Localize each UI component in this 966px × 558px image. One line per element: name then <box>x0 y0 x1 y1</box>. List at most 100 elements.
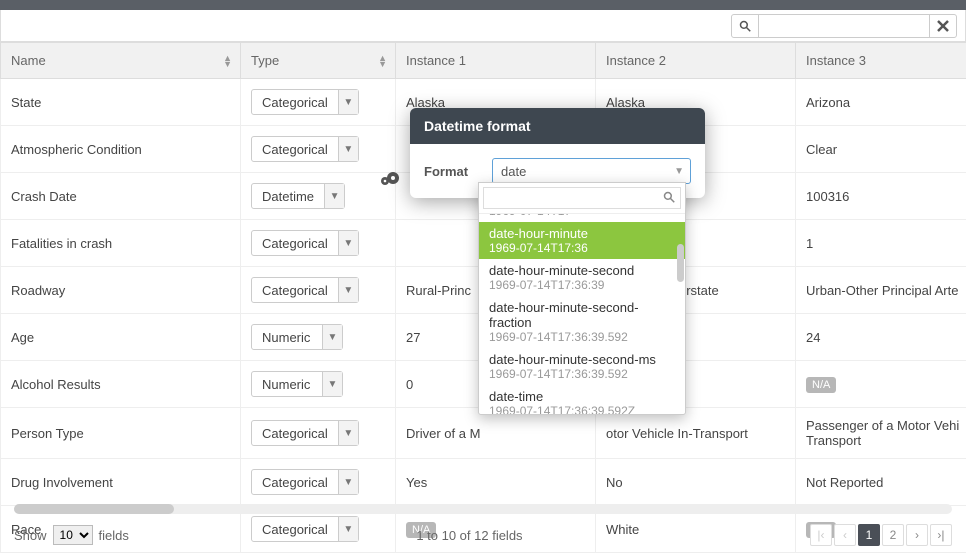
cell-type: Numeric▼ <box>241 361 396 408</box>
col-label: Instance 2 <box>606 53 666 68</box>
chevron-down-icon: ▼ <box>338 421 358 445</box>
cell-name: Roadway <box>1 267 241 314</box>
close-icon <box>937 20 949 32</box>
cell-name: Drug Involvement <box>1 459 241 506</box>
cell-name: State <box>1 79 241 126</box>
type-select[interactable]: Categorical▼ <box>251 420 359 446</box>
option-example: 1969-07-14T17 <box>489 214 675 218</box>
dropdown-scrollbar[interactable] <box>677 244 684 282</box>
cell-type: Categorical▼ <box>241 408 396 459</box>
cell-name: Crash Date <box>1 173 241 220</box>
dropdown-option[interactable]: 1969-07-14T17 <box>479 214 685 222</box>
search-icon <box>739 20 751 32</box>
cell-instance: 1 <box>796 220 966 267</box>
cell-type: Categorical▼ <box>241 459 396 506</box>
cell-instance: Clear <box>796 126 966 173</box>
type-select[interactable]: Numeric▼ <box>251 371 343 397</box>
dropdown-option[interactable]: date-time1969-07-14T17:36:39.592Z <box>479 385 685 414</box>
cell-name: Atmospheric Condition <box>1 126 241 173</box>
pagination-status: 1 to 10 of 12 fields <box>416 528 522 543</box>
cell-type: Categorical▼ <box>241 126 396 173</box>
horizontal-scrollbar[interactable] <box>14 504 952 514</box>
cell-name: Person Type <box>1 408 241 459</box>
dropdown-option[interactable]: date-hour-minute-second-fraction1969-07-… <box>479 296 685 348</box>
chevron-down-icon: ▼ <box>322 372 342 396</box>
cell-name: Age <box>1 314 241 361</box>
dropdown-option[interactable]: date-hour-minute-second-ms1969-07-14T17:… <box>479 348 685 385</box>
sort-icon: ▲▼ <box>378 55 387 67</box>
option-example: 1969-07-14T17:36:39.592 <box>489 367 675 381</box>
cell-instance: 24 <box>796 314 966 361</box>
top-bar <box>0 0 966 10</box>
cell-type: Categorical▼ <box>241 267 396 314</box>
col-instance-1: Instance 1 <box>396 43 596 79</box>
col-name[interactable]: Name▲▼ <box>1 43 241 79</box>
search-input[interactable] <box>759 14 929 38</box>
scrollbar-thumb[interactable] <box>14 504 174 514</box>
cell-instance: Not Reported <box>796 459 966 506</box>
chevron-down-icon: ▼ <box>338 231 358 255</box>
search-icon <box>663 191 675 203</box>
type-select[interactable]: Categorical▼ <box>251 469 359 495</box>
table-footer: Show 10 fields 1 to 10 of 12 fields |‹ ‹… <box>14 524 952 546</box>
type-select[interactable]: Numeric▼ <box>251 324 343 350</box>
option-label: date-hour-minute-second <box>489 263 675 278</box>
sort-icon: ▲▼ <box>223 55 232 67</box>
dropdown-option[interactable]: date-hour-minute1969-07-14T17:36 <box>479 222 685 259</box>
modal-title: Datetime format <box>410 108 705 144</box>
cell-type: Categorical▼ <box>241 79 396 126</box>
chevron-down-icon: ▼ <box>338 90 358 114</box>
cell-instance: Driver of a M <box>396 408 596 459</box>
option-example: 1969-07-14T17:36 <box>489 241 675 255</box>
cell-type: Categorical▼ <box>241 220 396 267</box>
cell-type: Datetime▼ <box>241 173 396 220</box>
dropdown-option[interactable]: date-hour-minute-second1969-07-14T17:36:… <box>479 259 685 296</box>
type-value: Categorical <box>252 90 338 114</box>
show-label: Show <box>14 528 47 543</box>
option-example: 1969-07-14T17:36:39.592 <box>489 330 675 344</box>
configure-icon[interactable] <box>380 170 402 186</box>
chevron-down-icon: ▼ <box>324 184 344 208</box>
format-combobox[interactable]: date ▼ <box>492 158 691 184</box>
table-row: Drug InvolvementCategorical▼YesNoNot Rep… <box>1 459 966 506</box>
cell-name: Fatalities in crash <box>1 220 241 267</box>
page-1-button[interactable]: 1 <box>858 524 880 546</box>
col-instance-3: Instance 3 <box>796 43 966 79</box>
cell-type: Numeric▼ <box>241 314 396 361</box>
col-label: Instance 1 <box>406 53 466 68</box>
type-value: Categorical <box>252 231 338 255</box>
type-select[interactable]: Categorical▼ <box>251 136 359 162</box>
format-dropdown: 1969-07-14T17date-hour-minute1969-07-14T… <box>478 182 686 415</box>
clear-search-button[interactable] <box>929 14 957 38</box>
cell-instance: 100316 <box>796 173 966 220</box>
col-type[interactable]: Type ▲▼ <box>241 43 396 79</box>
page-2-button[interactable]: 2 <box>882 524 904 546</box>
type-select[interactable]: Categorical▼ <box>251 89 359 115</box>
search-icon-button[interactable] <box>731 14 759 38</box>
col-label: Type <box>251 53 279 68</box>
format-label: Format <box>424 164 480 179</box>
type-select[interactable]: Datetime▼ <box>251 183 345 209</box>
option-example: 1969-07-14T17:36:39 <box>489 278 675 292</box>
type-value: Categorical <box>252 421 338 445</box>
cell-instance: Urban-Other Principal Arte <box>796 267 966 314</box>
page-last-button[interactable]: ›| <box>930 524 952 546</box>
type-select[interactable]: Categorical▼ <box>251 230 359 256</box>
type-value: Categorical <box>252 470 338 494</box>
page-first-button[interactable]: |‹ <box>810 524 832 546</box>
page-size-select[interactable]: 10 <box>53 525 93 545</box>
page-prev-button[interactable]: ‹ <box>834 524 856 546</box>
option-example: 1969-07-14T17:36:39.592Z <box>489 404 675 414</box>
option-label: date-time <box>489 389 675 404</box>
type-select[interactable]: Categorical▼ <box>251 277 359 303</box>
cell-instance: Arizona <box>796 79 966 126</box>
chevron-down-icon: ▼ <box>338 278 358 302</box>
option-label: date-hour-minute <box>489 226 675 241</box>
dropdown-search-input[interactable] <box>483 187 681 209</box>
cell-instance: No <box>596 459 796 506</box>
page-next-button[interactable]: › <box>906 524 928 546</box>
pager: |‹ ‹ 1 2 › ›| <box>810 524 952 546</box>
option-label: date-hour-minute-second-ms <box>489 352 675 367</box>
fields-label: fields <box>99 528 129 543</box>
type-value: Categorical <box>252 137 338 161</box>
